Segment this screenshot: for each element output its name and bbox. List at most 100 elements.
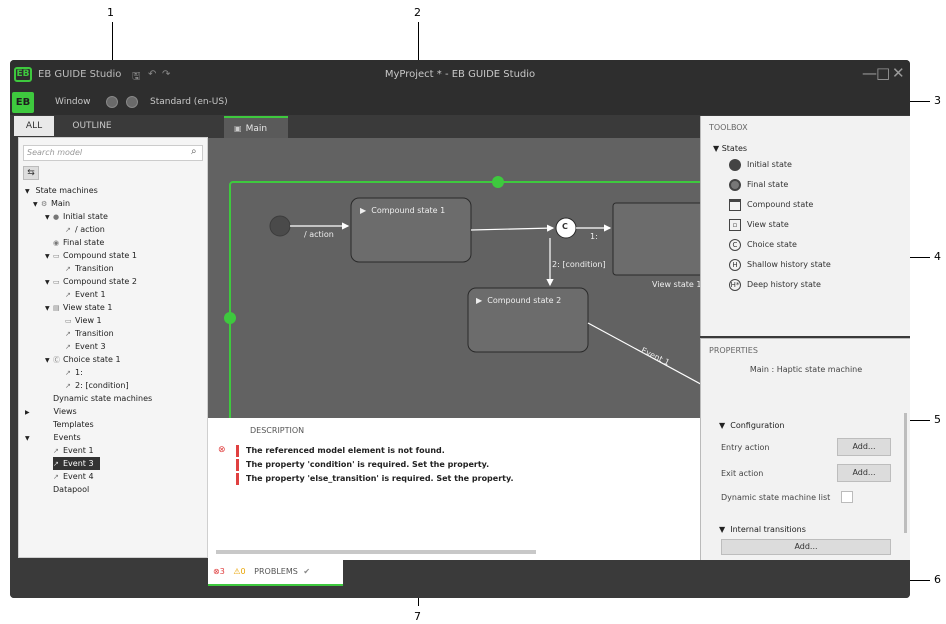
action-label: / action [304,230,334,239]
tree-item[interactable]: ▼ ⚙ Main [33,197,70,210]
deep-history-icon: H* [729,278,741,291]
error-count-icon: ⊗ [213,567,220,576]
tree-item[interactable]: ▼ ● Initial state [45,210,108,223]
state-machine-icon: ▣ [234,124,242,133]
search-input[interactable]: Search model [23,145,203,161]
exit-action-add-button[interactable]: Add... [837,464,891,482]
tree-item[interactable]: ▼ ▭ Compound state 1 [45,249,137,262]
tree-item[interactable]: ↗ 1: [65,366,83,379]
close-icon[interactable]: ✕ [892,64,905,82]
tree-item[interactable]: ↗ Event 1 [65,288,106,301]
tree-item[interactable]: ↗ Transition [65,262,114,275]
choice-glyph: C [562,222,568,231]
toolbox-compound-state[interactable]: Compound state [729,198,813,212]
internal-transitions-section[interactable]: ▼ Internal transitions [719,525,806,534]
minimize-icon[interactable]: — [862,64,877,82]
collapse-triangle-icon[interactable]: ▼ [719,525,725,534]
condition-label: 2: [condition] [552,260,606,269]
view-state-1-node[interactable] [612,202,700,276]
exit-action-label: Exit action [721,469,764,478]
language-toggle-button[interactable] [126,96,138,108]
callout-1: 1 [107,6,114,19]
warning-icon: ⚠ [233,567,241,576]
tree-item[interactable]: ↗ Event 4 [53,470,94,483]
tree-item[interactable]: Templates [53,418,94,431]
problem-row[interactable]: The referenced model element is not foun… [246,446,445,455]
entry-action-add-button[interactable]: Add... [837,438,891,456]
content-area[interactable]: C ▶ Compound state 1 ▶ Compound state 2 … [208,138,700,418]
expand-triangle-icon[interactable]: ▶ [360,206,366,215]
tree-item[interactable]: ↗ Event 1 [53,444,94,457]
tree-item[interactable]: ◉ Final state [53,236,104,249]
tree-item[interactable]: Dynamic state machines [53,392,152,405]
choice-state-icon: C [729,238,741,251]
toolbox-final-state[interactable]: Final state [729,178,788,192]
callout-2: 2 [414,6,421,19]
problem-row[interactable]: The property 'else_transition' is requir… [246,474,514,483]
tab-all[interactable]: ALL [14,116,54,136]
tree-item[interactable]: Datapool [53,483,89,496]
properties-title: PROPERTIES [709,346,758,355]
tree-item[interactable]: ↗ / action [65,223,105,236]
horizontal-scrollbar[interactable] [216,550,536,554]
collapse-triangle-icon[interactable]: ▼ [713,144,719,153]
toolbox-initial-state[interactable]: Initial state [729,158,792,172]
tree-item[interactable]: ↗ Event 3 [65,340,106,353]
configuration-section[interactable]: ▼ Configuration [719,421,785,430]
collapse-triangle-icon[interactable]: ▼ [719,421,725,430]
compound-state-2-label: ▶ Compound state 2 [476,296,562,305]
tree-item[interactable]: ▼ ▤ View state 1 [45,301,112,314]
tree-item[interactable]: ↗ Transition [65,327,114,340]
initial-state-node[interactable] [269,215,291,237]
eb-logo-button[interactable]: EB [12,92,34,113]
expand-triangle-icon[interactable]: ▶ [476,296,482,305]
navigation-panel: Search model ⌕ ⇆ ▼ State machines ▼ ⚙ Main… [18,137,208,558]
language-selector[interactable]: Standard (en-US) [150,97,228,107]
problem-row[interactable]: The property 'condition' is required. Se… [246,460,489,469]
toolbox-shallow-history[interactable]: H Shallow history state [729,258,831,272]
callout-7: 7 [414,610,421,623]
transition-to-choice[interactable] [470,224,555,232]
tab-main[interactable]: ▣ Main [224,116,288,138]
toolbox-panel: TOOLBOX ▼ States Initial state Final sta… [700,116,910,336]
tab-outline[interactable]: OUTLINE [58,116,126,136]
dynamic-state-machine-list-label: Dynamic state machine list [721,493,831,502]
final-state-icon [729,178,741,191]
resize-handle-left[interactable] [224,312,236,324]
compound-state-icon [729,198,741,211]
shallow-history-icon: H [729,258,741,271]
tree-item[interactable]: ▭ View 1 [65,314,102,327]
properties-subtitle: Main : Haptic state machine [749,365,863,374]
toolbox-deep-history[interactable]: H* Deep history state [729,278,821,292]
status-bar [10,560,910,598]
link-editor-button[interactable]: ⇆ [23,166,39,180]
toolbox-states-section[interactable]: ▼ States [713,144,747,153]
tree-item[interactable]: ▼ State machines [25,184,98,197]
tree-item[interactable]: ↗ 2: [condition] [65,379,129,392]
tree-item-selected[interactable]: ↗ Event 3 [53,457,100,470]
app-window: EB EB GUIDE Studio 🖫 ↶ ↷ MyProject * - E… [10,60,910,598]
problems-description-header: DESCRIPTION [250,426,305,435]
page: 1 2 3 4 5 6 7 EB EB GUIDE Studio 🖫 ↶ ↷ M… [0,0,946,624]
toolbox-choice-state[interactable]: C Choice state [729,238,797,252]
tree-item[interactable]: ▼ Events [25,431,81,444]
view-state-icon: ▫ [729,218,741,231]
dynamic-state-machine-list-checkbox[interactable] [841,491,853,503]
tab-problems[interactable]: ⊗3 ⚠0 PROBLEMS ✔ [208,560,343,586]
toolbox-view-state[interactable]: ▫ View state [729,218,789,232]
search-icon[interactable]: ⌕ [191,146,205,157]
window-title: MyProject * - EB GUIDE Studio [384,69,536,80]
resize-handle-top[interactable] [492,176,504,188]
error-marker [236,459,239,471]
check-icon: ✔ [303,567,311,576]
error-marker [236,445,239,457]
tree-item[interactable]: ▼ Ⓒ Choice state 1 [45,353,121,366]
internal-transitions-add-button[interactable]: Add... [721,539,891,555]
tree-item[interactable]: ▶ Views [25,405,77,418]
properties-scrollbar[interactable] [904,413,907,533]
compound-state-1-label: ▶ Compound state 1 [360,206,446,215]
maximize-icon[interactable]: □ [876,64,890,82]
tree-item[interactable]: ▼ ▭ Compound state 2 [45,275,137,288]
skin-toggle-button[interactable] [106,96,118,108]
menu-window[interactable]: Window [55,97,91,107]
